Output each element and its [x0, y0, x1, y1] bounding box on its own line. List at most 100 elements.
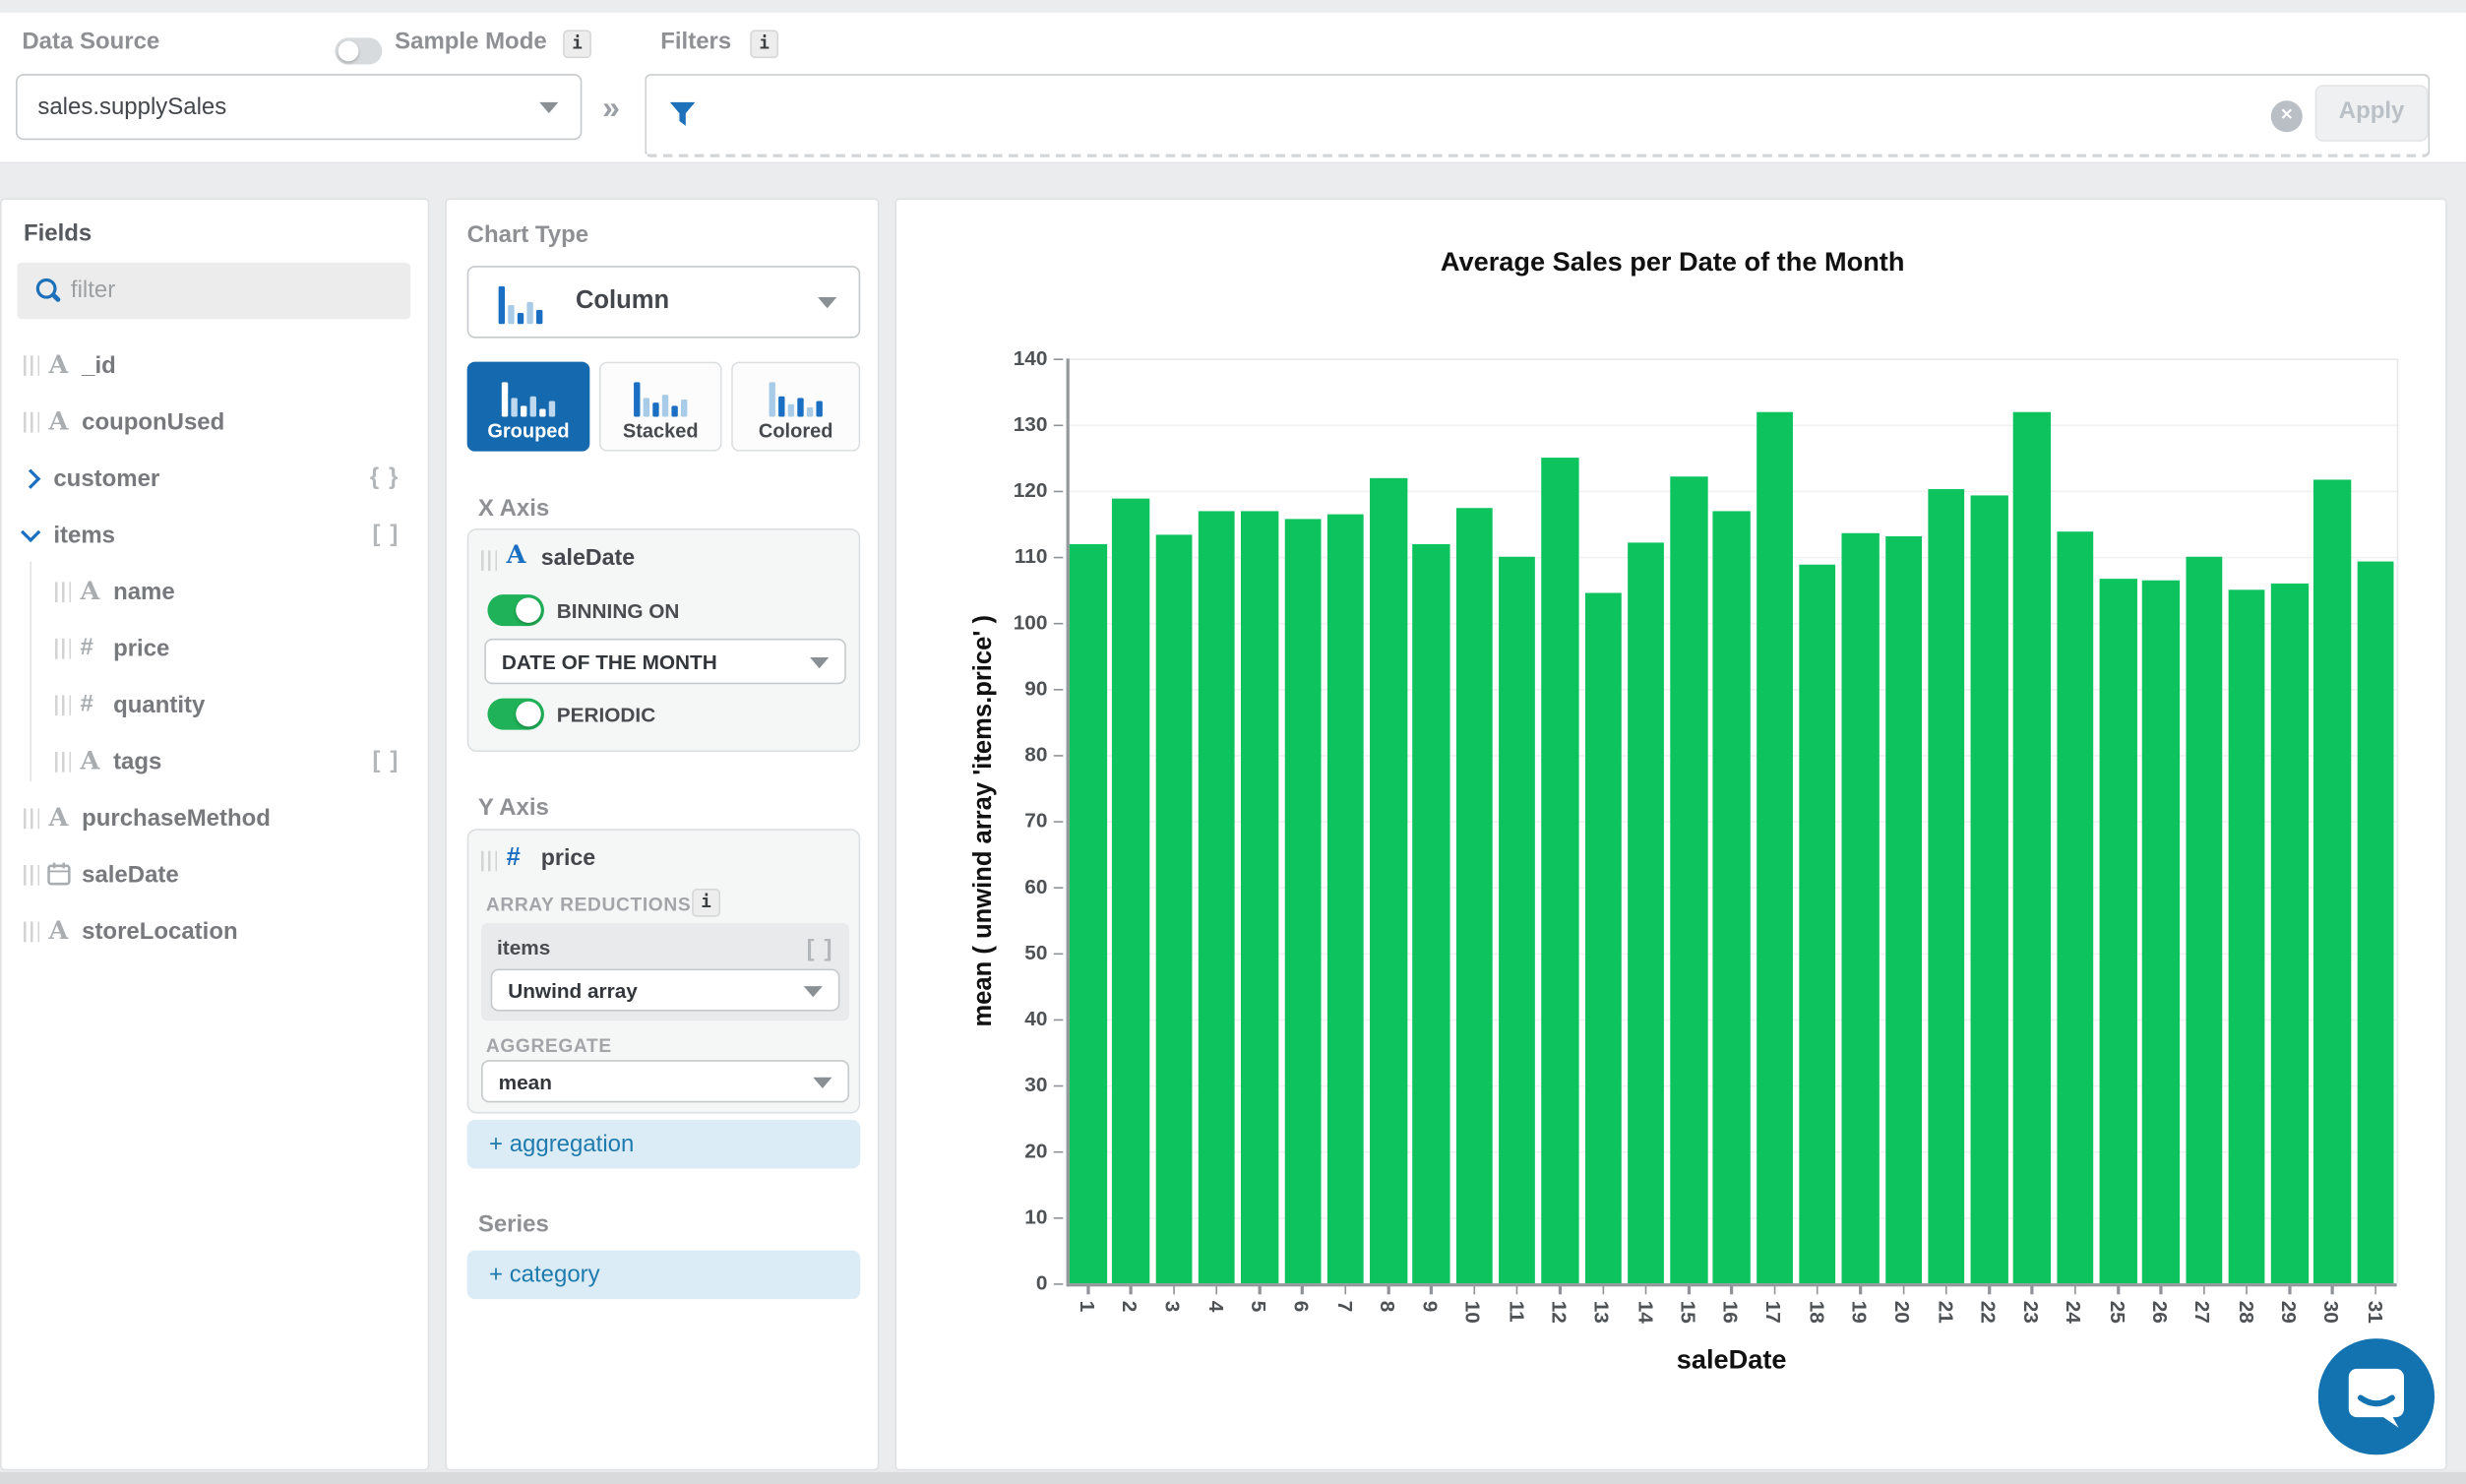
- bar-29[interactable]: [2270, 584, 2309, 1284]
- bar-26[interactable]: [2142, 580, 2180, 1284]
- bar-19[interactable]: [1841, 533, 1880, 1284]
- drag-handle-icon[interactable]: [54, 695, 71, 716]
- drag-handle-icon[interactable]: [23, 355, 39, 376]
- bar-1[interactable]: [1069, 544, 1107, 1284]
- x-tick-label: 17: [1761, 1300, 1786, 1324]
- data-source-select[interactable]: sales.supplySales: [15, 74, 583, 141]
- add-category-button[interactable]: + category: [466, 1250, 861, 1300]
- x-tick: [1730, 1284, 1733, 1295]
- chart-type-select[interactable]: Column: [466, 266, 861, 339]
- field-search-input[interactable]: filter: [17, 262, 411, 320]
- chevron-down-icon[interactable]: [20, 522, 41, 543]
- drag-handle-icon[interactable]: [23, 865, 39, 886]
- bar-16[interactable]: [1713, 510, 1751, 1284]
- grouped-mode-button[interactable]: Grouped: [466, 361, 590, 452]
- field-row-items[interactable]: items [ ]: [2, 508, 431, 565]
- bar-3[interactable]: [1155, 533, 1193, 1284]
- bar-25[interactable]: [2099, 578, 2137, 1284]
- bar-27[interactable]: [2185, 556, 2223, 1284]
- drag-handle-icon[interactable]: [481, 550, 498, 572]
- bar-10[interactable]: [1455, 508, 1493, 1284]
- stacked-mode-button[interactable]: Stacked: [598, 361, 722, 452]
- aggregate-select[interactable]: mean: [481, 1060, 850, 1103]
- string-type-icon: A: [80, 575, 100, 606]
- binning-toggle[interactable]: [487, 594, 544, 627]
- field-row-saleDate[interactable]: saleDate: [2, 847, 431, 904]
- field-row-customer[interactable]: customer { }: [2, 452, 431, 509]
- bar-5[interactable]: [1241, 510, 1278, 1284]
- field-row-storeLocation[interactable]: AstoreLocation: [2, 904, 431, 961]
- bar-4[interactable]: [1198, 510, 1236, 1284]
- bar-14[interactable]: [1627, 542, 1665, 1284]
- bar-31[interactable]: [2357, 560, 2394, 1284]
- filter-input[interactable]: [645, 74, 2431, 157]
- bottom-scrollbar-track[interactable]: [0, 1471, 2466, 1484]
- filters-info-icon[interactable]: i: [750, 30, 779, 59]
- bar-21[interactable]: [1928, 488, 1965, 1284]
- intercom-chat-button[interactable]: [2317, 1338, 2435, 1455]
- drag-handle-icon[interactable]: [54, 751, 71, 773]
- bar-22[interactable]: [1970, 496, 2008, 1284]
- bar-11[interactable]: [1498, 556, 1536, 1284]
- bar-13[interactable]: [1584, 592, 1622, 1284]
- fields-title: Fields: [23, 219, 92, 247]
- data-source-label: Data Source: [22, 28, 160, 55]
- drag-handle-icon[interactable]: [54, 638, 71, 659]
- bar-15[interactable]: [1670, 476, 1707, 1284]
- drag-handle-icon[interactable]: [481, 850, 498, 872]
- reduction-select[interactable]: Unwind array: [490, 968, 840, 1012]
- bar-18[interactable]: [1799, 564, 1836, 1284]
- y-tick-label: 50: [1024, 940, 1048, 964]
- colored-mode-button[interactable]: Colored: [731, 361, 861, 452]
- bar-23[interactable]: [2013, 411, 2051, 1284]
- drag-handle-icon[interactable]: [23, 921, 39, 943]
- x-tick-label: 15: [1676, 1300, 1700, 1324]
- x-tick-label: 28: [2234, 1300, 2258, 1324]
- field-name: couponUsed: [82, 408, 225, 436]
- bin-select[interactable]: DATE OF THE MONTH: [484, 638, 846, 685]
- bar-30[interactable]: [2313, 479, 2352, 1284]
- x-tick: [1258, 1284, 1262, 1295]
- x-tick: [2117, 1284, 2120, 1295]
- string-type-icon: A: [48, 915, 69, 946]
- bar-28[interactable]: [2228, 589, 2265, 1284]
- bar-8[interactable]: [1370, 477, 1407, 1284]
- bar-12[interactable]: [1541, 458, 1579, 1284]
- x-tick: [1859, 1284, 1862, 1295]
- field-row-purchaseMethod[interactable]: ApurchaseMethod: [2, 791, 431, 848]
- sample-mode-toggle[interactable]: [335, 37, 383, 65]
- bar-2[interactable]: [1112, 497, 1149, 1284]
- apply-button[interactable]: Apply: [2314, 85, 2429, 142]
- field-row-tags[interactable]: Atags [ ]: [2, 734, 431, 791]
- add-aggregation-button[interactable]: + aggregation: [466, 1119, 861, 1169]
- field-row-price[interactable]: # price: [2, 621, 431, 678]
- funnel-icon: [669, 101, 696, 126]
- field-row-_id[interactable]: A _id: [2, 339, 431, 396]
- x-tick-label: 13: [1590, 1300, 1615, 1324]
- periodic-toggle[interactable]: [487, 698, 544, 730]
- x-tick-label: 18: [1805, 1300, 1829, 1324]
- drag-handle-icon[interactable]: [23, 808, 39, 830]
- field-name: name: [113, 579, 175, 606]
- field-row-couponUsed[interactable]: AcouponUsed: [2, 395, 431, 452]
- clear-filter-icon[interactable]: ✕: [2270, 100, 2303, 133]
- bar-6[interactable]: [1283, 518, 1322, 1284]
- chart-type-label: Chart Type: [466, 221, 589, 249]
- bar-17[interactable]: [1756, 412, 1794, 1284]
- array-reductions-info-icon[interactable]: i: [692, 888, 720, 917]
- drag-handle-icon[interactable]: [23, 411, 39, 433]
- x-tick-label: 27: [2190, 1300, 2215, 1324]
- bar-9[interactable]: [1412, 543, 1450, 1284]
- chevron-right-icon[interactable]: [20, 468, 41, 489]
- sample-mode-info-icon[interactable]: i: [563, 30, 591, 59]
- field-name: storeLocation: [82, 918, 238, 946]
- x-tick-label: 21: [1934, 1300, 1958, 1324]
- bar-7[interactable]: [1326, 514, 1364, 1284]
- x-tick: [1688, 1284, 1691, 1295]
- drag-handle-icon[interactable]: [54, 582, 71, 603]
- field-row-name[interactable]: Aname: [2, 565, 431, 622]
- field-row-quantity[interactable]: # quantity: [2, 678, 431, 735]
- bar-24[interactable]: [2056, 530, 2094, 1284]
- y-tick-label: 130: [1013, 411, 1048, 436]
- bar-20[interactable]: [1884, 536, 1923, 1284]
